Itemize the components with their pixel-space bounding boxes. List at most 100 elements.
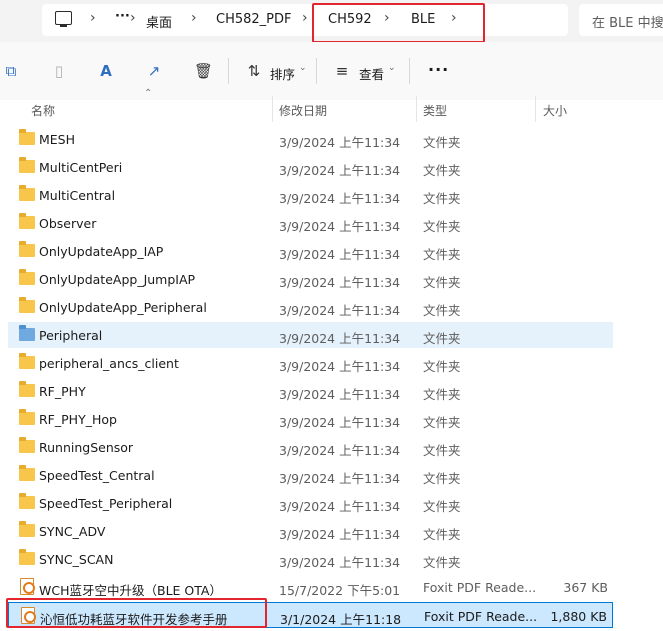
file-name: Peripheral	[39, 328, 103, 343]
file-name: Observer	[39, 216, 97, 231]
folder-icon	[19, 157, 35, 173]
file-modified-date: 3/9/2024 上午11:34	[279, 163, 401, 178]
file-type: 文件夹	[423, 499, 461, 514]
file-name: peripheral_ancs_client	[39, 356, 179, 371]
file-name: MultiCentral	[39, 188, 116, 203]
file-type: 文件夹	[423, 163, 461, 178]
column-header-size[interactable]: 大小	[543, 102, 567, 119]
file-modified-date: 3/9/2024 上午11:34	[279, 387, 401, 402]
folder-icon	[19, 241, 35, 257]
list-item[interactable]: SYNC_ADV 3/9/2024 上午11:34 文件夹	[8, 518, 613, 544]
file-name: RunningSensor	[39, 440, 134, 455]
more-icon[interactable]: ···	[428, 60, 449, 79]
file-type: 文件夹	[423, 387, 461, 402]
file-name: OnlyUpdateApp_Peripheral	[39, 300, 207, 315]
delete-icon[interactable]: 🗑	[194, 63, 213, 79]
column-divider[interactable]	[535, 96, 536, 122]
file-name: SYNC_ADV	[39, 524, 106, 539]
list-item[interactable]: Peripheral 3/9/2024 上午11:34 文件夹	[8, 322, 613, 348]
share-icon[interactable]: ↗	[146, 63, 162, 79]
column-header-type[interactable]: 类型	[423, 102, 447, 119]
file-modified-date: 3/9/2024 上午11:34	[279, 527, 401, 542]
file-modified-date: 3/9/2024 上午11:34	[279, 191, 401, 206]
toolbar-divider	[316, 58, 317, 84]
file-type: 文件夹	[423, 415, 461, 430]
breadcrumb-highlight-box	[312, 3, 485, 43]
chevron-right-icon[interactable]: ›	[302, 10, 308, 26]
list-item[interactable]: OnlyUpdateApp_JumpIAP 3/9/2024 上午11:34 文件夹	[8, 266, 613, 292]
search-placeholder: 在 BLE 中搜	[592, 16, 663, 31]
file-type: 文件夹	[423, 331, 461, 346]
chevron-down-icon[interactable]: ⌄	[299, 63, 307, 73]
list-item[interactable]: SpeedTest_Central 3/9/2024 上午11:34 文件夹	[8, 462, 613, 488]
list-item[interactable]: peripheral_ancs_client 3/9/2024 上午11:34 文件…	[8, 350, 613, 376]
folder-icon	[19, 213, 35, 229]
folder-icon	[19, 465, 35, 481]
file-name: WCH蓝牙空中升级（BLE OTA）	[39, 583, 222, 598]
file-size: 367 KB	[563, 580, 608, 595]
list-item[interactable]: SYNC_SCAN 3/9/2024 上午11:34 文件夹	[8, 546, 613, 572]
chevron-right-icon[interactable]: ›	[191, 10, 197, 26]
view-button[interactable]: 查看	[359, 64, 384, 83]
chevron-down-icon[interactable]: ⌄	[388, 63, 396, 73]
copy-icon[interactable]: ⧉	[3, 63, 19, 79]
selected-file-highlight-box	[6, 598, 267, 628]
file-type: 文件夹	[423, 191, 461, 206]
folder-icon	[19, 493, 35, 509]
chevron-right-icon[interactable]: ›	[90, 10, 96, 26]
file-type: 文件夹	[423, 359, 461, 374]
list-item[interactable]: OnlyUpdateApp_IAP 3/9/2024 上午11:34 文件夹	[8, 238, 613, 264]
list-item[interactable]: RF_PHY 3/9/2024 上午11:34 文件夹	[8, 378, 613, 404]
file-modified-date: 3/9/2024 上午11:34	[279, 555, 401, 570]
list-item[interactable]: WCH蓝牙空中升级（BLE OTA） 15/7/2022 下午5:01 Foxit …	[8, 574, 613, 600]
list-item[interactable]: MultiCentPeri 3/9/2024 上午11:34 文件夹	[8, 154, 613, 180]
file-name: OnlyUpdateApp_IAP	[39, 244, 164, 259]
file-type: 文件夹	[423, 443, 461, 458]
file-name: SYNC_SCAN	[39, 552, 114, 567]
column-divider[interactable]	[272, 96, 273, 122]
breadcrumb-desktop[interactable]: 桌面	[146, 12, 172, 31]
file-modified-date: 15/7/2022 下午5:01	[279, 583, 401, 598]
computer-icon[interactable]	[55, 11, 72, 27]
paste-icon[interactable]: ▯	[51, 63, 67, 79]
list-item[interactable]: SpeedTest_Peripheral 3/9/2024 上午11:34 文件夹	[8, 490, 613, 516]
pdf-file-icon	[20, 578, 35, 595]
toolbar-divider	[228, 58, 229, 84]
folder-icon	[19, 549, 35, 565]
sort-icon[interactable]: ⇅	[246, 63, 262, 79]
column-divider[interactable]	[416, 96, 417, 122]
folder-icon	[19, 129, 35, 145]
list-item[interactable]: RunningSensor 3/9/2024 上午11:34 文件夹	[8, 434, 613, 460]
file-type: 文件夹	[423, 275, 461, 290]
rename-icon[interactable]: A	[98, 63, 114, 79]
file-modified-date: 3/9/2024 上午11:34	[279, 303, 401, 318]
chevron-right-icon[interactable]: ›	[130, 10, 136, 26]
list-item[interactable]: MultiCentral 3/9/2024 上午11:34 文件夹	[8, 182, 613, 208]
file-type: 文件夹	[423, 135, 461, 150]
sort-button[interactable]: 排序	[270, 64, 295, 83]
view-icon[interactable]: ≡	[334, 63, 350, 79]
breadcrumb-overflow[interactable]: ···	[115, 9, 130, 24]
column-header-date[interactable]: 修改日期	[279, 102, 327, 119]
file-modified-date: 3/9/2024 上午11:34	[279, 219, 401, 234]
list-item[interactable]: RF_PHY_Hop 3/9/2024 上午11:34 文件夹	[8, 406, 613, 432]
folder-icon	[19, 325, 35, 341]
breadcrumb-ch582-pdf[interactable]: CH582_PDF	[216, 12, 292, 27]
file-name: SpeedTest_Central	[39, 468, 155, 483]
list-item[interactable]: MESH 3/9/2024 上午11:34 文件夹	[8, 126, 613, 152]
file-modified-date: 3/9/2024 上午11:34	[279, 415, 401, 430]
file-modified-date: 3/1/2024 上午11:18	[280, 612, 402, 627]
column-header-name[interactable]: 名称	[31, 102, 55, 119]
file-type: 文件夹	[423, 303, 461, 318]
file-type: 文件夹	[423, 555, 461, 570]
folder-icon	[19, 409, 35, 425]
list-item[interactable]: OnlyUpdateApp_Peripheral 3/9/2024 上午11:34…	[8, 294, 613, 320]
file-modified-date: 3/9/2024 上午11:34	[279, 359, 401, 374]
file-modified-date: 3/9/2024 上午11:34	[279, 471, 401, 486]
file-name: SpeedTest_Peripheral	[39, 496, 173, 511]
file-name: RF_PHY	[39, 384, 86, 399]
folder-icon	[19, 185, 35, 201]
list-item[interactable]: Observer 3/9/2024 上午11:34 文件夹	[8, 210, 613, 236]
file-modified-date: 3/9/2024 上午11:34	[279, 331, 401, 346]
folder-icon	[19, 297, 35, 313]
